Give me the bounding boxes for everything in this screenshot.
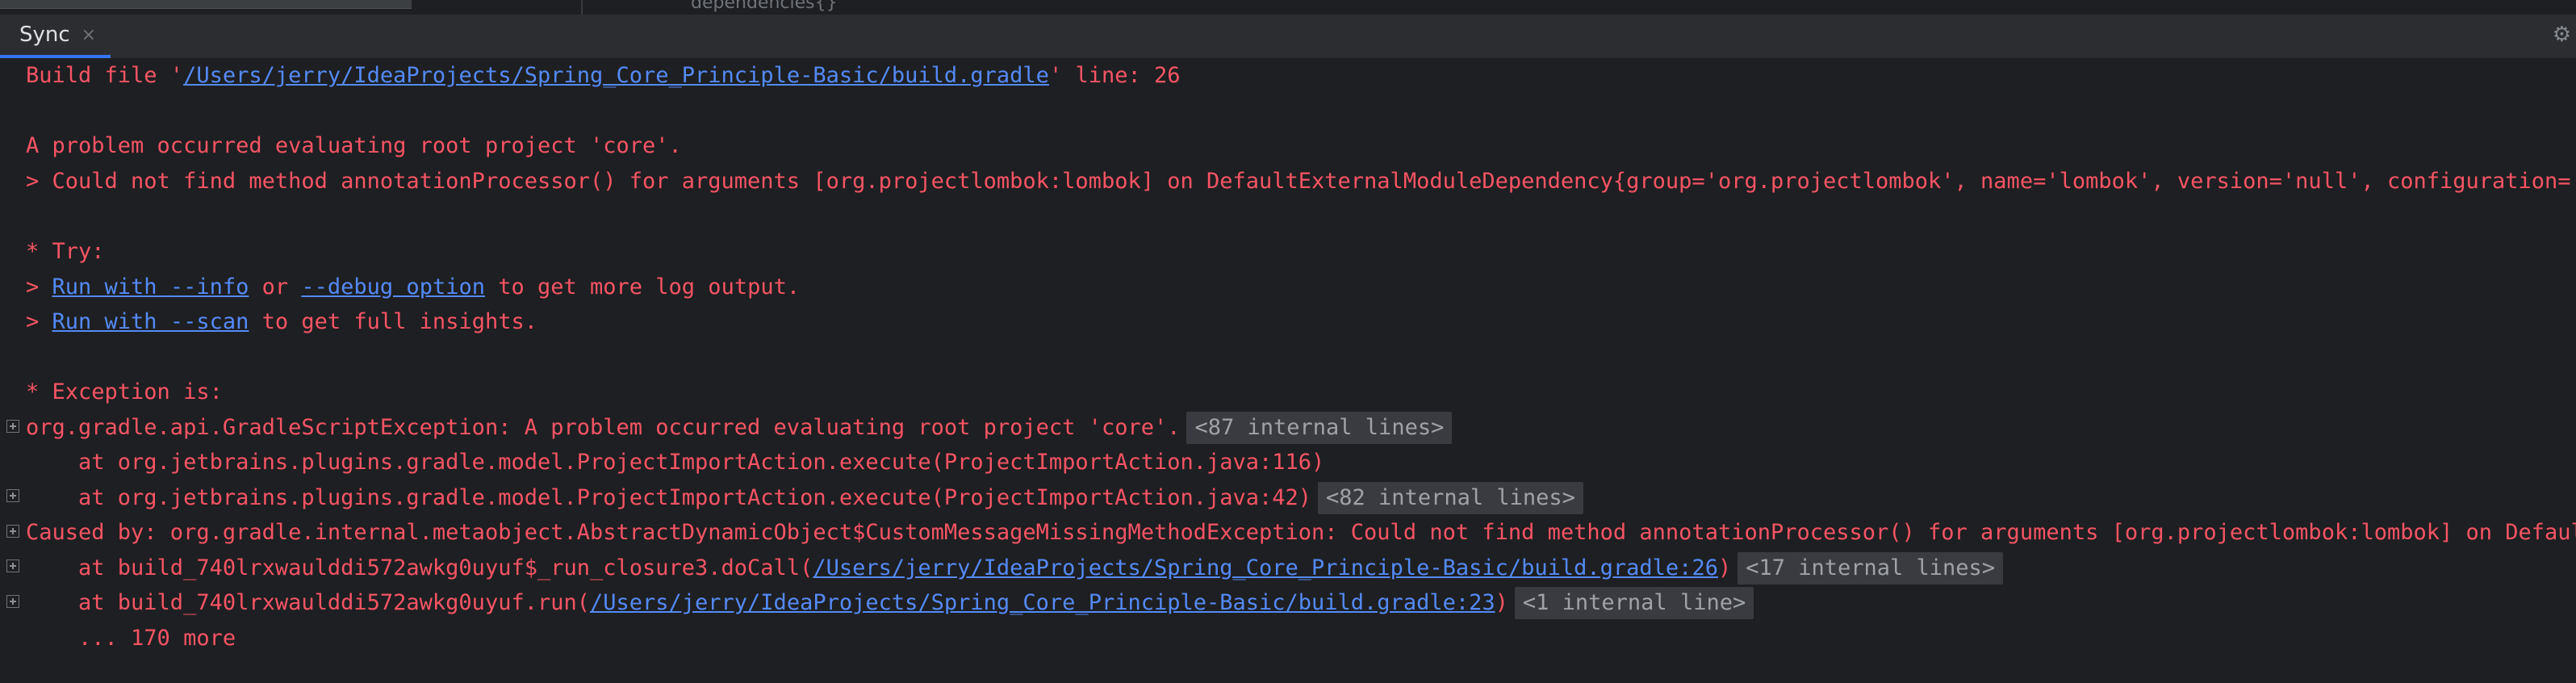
internal-lines-chip[interactable]: <1 internal line> <box>1514 587 1754 619</box>
try-heading: * Try: <box>26 239 105 264</box>
build-file-link[interactable]: /Users/jerry/IdeaProjects/Spring_Core_Pr… <box>183 63 1049 88</box>
build-file-line: Build file '/Users/jerry/IdeaProjects/Sp… <box>26 58 1181 94</box>
more-line: ... 170 more <box>26 626 236 651</box>
editor-tab-strip <box>0 0 412 9</box>
top-strip: dependencies{} <box>0 0 2576 15</box>
try-info-line: > Run with --info or --debug option to g… <box>26 270 800 305</box>
console-output[interactable]: Build file '/Users/jerry/IdeaProjects/Sp… <box>0 58 2576 683</box>
problem-line: A problem occurred evaluating root proje… <box>26 133 682 158</box>
stack-text: at build_740lrxwaulddi572awkg0uyuf.run( <box>26 590 590 615</box>
expand-icon[interactable] <box>6 559 19 572</box>
expand-icon[interactable] <box>6 420 19 433</box>
expand-icon[interactable] <box>6 525 19 538</box>
split-divider[interactable] <box>581 0 583 15</box>
try-info-prefix: > <box>26 274 52 300</box>
build-gradle-23-link[interactable]: /Users/jerry/IdeaProjects/Spring_Core_Pr… <box>590 590 1495 615</box>
stack-paren: ) <box>1495 590 1508 615</box>
run-with-scan-link[interactable]: Run with --scan <box>52 309 249 334</box>
try-scan-suffix: to get full insights. <box>249 309 537 334</box>
try-info-suffix: to get more log output. <box>484 274 801 300</box>
try-scan-prefix: > <box>26 309 52 334</box>
expand-icon[interactable] <box>6 489 19 502</box>
stack-text: org.gradle.api.GradleScriptException: A … <box>26 415 1181 440</box>
close-icon[interactable]: × <box>82 25 96 45</box>
stack-line-execute-42: at org.jetbrains.plugins.gradle.model.Pr… <box>26 480 1583 516</box>
gear-icon[interactable]: ⚙ <box>2553 23 2571 47</box>
stack-paren: ) <box>1717 555 1732 580</box>
breadcrumb[interactable]: dependencies{} <box>691 0 838 13</box>
debug-option-link[interactable]: --debug option <box>301 274 485 300</box>
build-file-suffix: ' line: 26 <box>1048 63 1181 88</box>
stack-text: at build_740lrxwaulddi572awkg0uyuf$_run_… <box>26 555 813 580</box>
run-with-info-link[interactable]: Run with --info <box>52 274 249 300</box>
try-scan-line: > Run with --scan to get full insights. <box>26 304 537 340</box>
build-gradle-26-link[interactable]: /Users/jerry/IdeaProjects/Spring_Core_Pr… <box>813 555 1718 580</box>
stack-line-closure3: at build_740lrxwaulddi572awkg0uyuf$_run_… <box>26 551 2004 586</box>
could-not-find-line: > Could not find method annotationProces… <box>26 169 2576 194</box>
expand-icon[interactable] <box>6 595 19 608</box>
tab-sync-label: Sync <box>19 23 70 47</box>
tool-window-tabbar: Sync × ⚙ <box>0 15 2576 59</box>
stack-text: at org.jetbrains.plugins.gradle.model.Pr… <box>26 485 1312 510</box>
tab-sync[interactable]: Sync × <box>0 15 111 58</box>
stack-line-run: at build_740lrxwaulddi572awkg0uyuf.run(/… <box>26 585 1754 621</box>
stack-line-gradle-exception: org.gradle.api.GradleScriptException: A … <box>26 410 1453 446</box>
internal-lines-chip[interactable]: <82 internal lines> <box>1318 482 1583 514</box>
exception-heading: * Exception is: <box>26 379 223 404</box>
try-info-or: or <box>249 274 302 300</box>
internal-lines-chip[interactable]: <17 internal lines> <box>1738 552 2004 585</box>
internal-lines-chip[interactable]: <87 internal lines> <box>1186 412 1453 444</box>
build-file-prefix: Build file ' <box>26 63 184 88</box>
stack-line-execute-116: at org.jetbrains.plugins.gradle.model.Pr… <box>26 450 1325 475</box>
caused-by-line: Caused by: org.gradle.internal.metaobjec… <box>26 520 2576 545</box>
